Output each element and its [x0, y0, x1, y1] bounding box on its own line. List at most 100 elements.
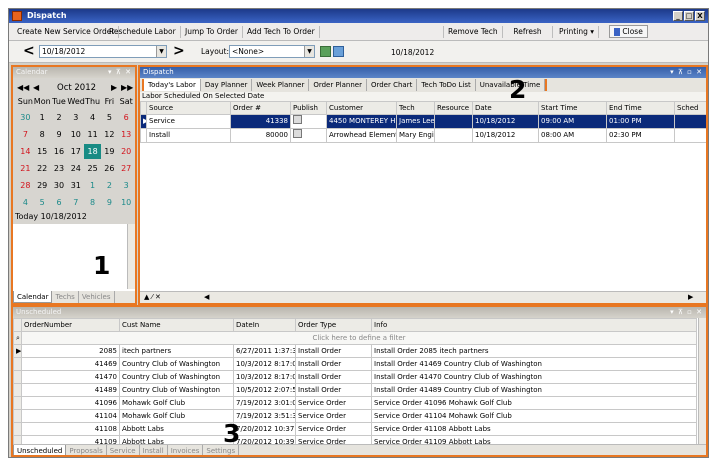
create-service-order-button[interactable]: Create New Service Order — [13, 26, 120, 38]
column-header[interactable]: Order Type — [295, 318, 372, 332]
calendar-day-selected[interactable]: 18 — [84, 144, 101, 159]
column-header[interactable]: Sched — [674, 101, 706, 115]
panel-controls-icon[interactable]: ▾ ⊼ ✕ — [108, 67, 132, 78]
calendar-day[interactable]: 16 — [51, 144, 68, 159]
column-header[interactable]: Tech — [396, 101, 435, 115]
filter-hint[interactable]: Click here to define a filter — [21, 331, 697, 345]
prev-month-icon[interactable]: ◀ — [33, 83, 39, 93]
edit-layout-icon[interactable] — [333, 46, 344, 57]
calendar-day[interactable]: 30 — [17, 110, 34, 125]
calendar-day[interactable]: 22 — [34, 161, 51, 176]
layout-select[interactable]: <None> ▼ — [229, 45, 315, 58]
calendar-day[interactable]: 28 — [17, 178, 34, 193]
column-header[interactable]: Customer — [326, 101, 397, 115]
scroll-left-icon[interactable]: ◀ — [204, 293, 209, 301]
column-header[interactable]: End Time — [606, 101, 675, 115]
publish-cell[interactable] — [290, 128, 327, 143]
calendar-scrollbar[interactable] — [127, 224, 135, 289]
calendar-day[interactable]: 4 — [17, 195, 34, 210]
column-header[interactable]: Order # — [230, 101, 291, 115]
calendar-day[interactable]: 3 — [118, 178, 135, 193]
panel-controls-icon[interactable]: ▾ ⊼ ▫ ✕ — [670, 307, 703, 318]
calendar-day[interactable]: 5 — [34, 195, 51, 210]
filter-row[interactable]: ⌕ Click here to define a filter — [13, 331, 697, 345]
calendar-day[interactable]: 17 — [67, 144, 84, 159]
tab-proposals[interactable]: Proposals — [66, 445, 107, 455]
chevron-down-icon[interactable]: ▼ — [304, 46, 314, 57]
calendar-day[interactable]: 9 — [101, 195, 118, 210]
calendar-day[interactable]: 27 — [118, 161, 135, 176]
minimize-icon[interactable]: _ — [673, 11, 683, 21]
calendar-day[interactable]: 9 — [51, 127, 68, 142]
calendar-day[interactable]: 2 — [101, 178, 118, 193]
next-date-arrow-icon[interactable]: > — [173, 44, 185, 58]
calendar-day[interactable]: 1 — [84, 178, 101, 193]
close-button[interactable]: Close — [609, 25, 648, 38]
calendar-day[interactable]: 7 — [17, 127, 34, 142]
scroll-right-icon[interactable]: ▶ — [688, 293, 693, 301]
chevron-down-icon[interactable]: ▼ — [156, 46, 166, 57]
tab-order-chart[interactable]: Order Chart — [367, 79, 418, 91]
calendar-day[interactable]: 13 — [118, 127, 135, 142]
panel-controls-icon[interactable]: ▾ ⊼ ▫ ✕ — [670, 67, 703, 78]
table-row[interactable]: Install80000 Arrowhead ElementaryMary Eng… — [140, 128, 706, 143]
calendar-day[interactable]: 30 — [51, 178, 68, 193]
tab-today-s-labor[interactable]: Today's Labor — [144, 79, 201, 91]
column-header[interactable]: Cust Name — [119, 318, 234, 332]
prev-year-icon[interactable]: ◀◀ — [17, 83, 29, 93]
calendar-day[interactable]: 10 — [118, 195, 135, 210]
calendar-day[interactable]: 6 — [51, 195, 68, 210]
calendar-day[interactable]: 8 — [34, 127, 51, 142]
next-year-icon[interactable]: ▶▶ — [121, 83, 133, 93]
calendar-day[interactable]: 6 — [118, 110, 135, 125]
calendar-day[interactable]: 12 — [101, 127, 118, 142]
printing-button[interactable]: Printing ▾ — [555, 26, 600, 38]
calendar-day[interactable]: 7 — [67, 195, 84, 210]
calendar-day[interactable]: 1 — [34, 110, 51, 125]
column-header[interactable]: Resource — [434, 101, 473, 115]
table-row[interactable]: 41469 Country Club of Washington 10/3/2012… — [13, 357, 697, 371]
table-row[interactable]: 41470 Country Club of Washington 10/3/2012… — [13, 370, 697, 384]
column-header[interactable]: Info — [371, 318, 697, 332]
calendar-day[interactable]: 20 — [118, 144, 135, 159]
column-header[interactable]: DateIn — [233, 318, 296, 332]
tab-week-planner[interactable]: Week Planner — [252, 79, 310, 91]
tab-install[interactable]: Install — [140, 445, 168, 455]
calendar-day[interactable]: 11 — [84, 127, 101, 142]
tab-tech-todo-list[interactable]: Tech ToDo List — [417, 79, 476, 91]
tab-vehicles[interactable]: Vehicles — [79, 291, 115, 303]
save-layout-icon[interactable] — [320, 46, 331, 57]
table-row[interactable]: ▶Service41338 4450 MONTEREY HWYJames Lee 1… — [140, 114, 706, 129]
nav-controls-icon[interactable]: ▲ ⁄ ✕ — [144, 293, 161, 301]
tab-techs[interactable]: Techs — [52, 291, 79, 303]
close-window-icon[interactable]: X — [695, 11, 705, 21]
tab-calendar[interactable]: Calendar — [13, 291, 53, 303]
table-row[interactable]: ▶2085itech partners6/27/2011 1:37:37 PIn… — [13, 344, 697, 358]
calendar-day[interactable]: 21 — [17, 161, 34, 176]
publish-icon[interactable] — [293, 115, 302, 124]
table-row[interactable]: 41104Mohawk Golf Club7/19/2012 3:51:36 P… — [13, 409, 697, 423]
calendar-day[interactable]: 4 — [84, 110, 101, 125]
add-tech-to-order-button[interactable]: Add Tech To Order — [243, 26, 320, 38]
column-header[interactable]: Source — [146, 101, 231, 115]
calendar-day[interactable]: 8 — [84, 195, 101, 210]
table-row[interactable]: 41108Abbott Labs7/20/2012 10:37:31Servic… — [13, 422, 697, 436]
unscheduled-scrollbar[interactable] — [698, 318, 706, 444]
calendar-day[interactable]: 3 — [67, 110, 84, 125]
calendar-day[interactable]: 29 — [34, 178, 51, 193]
tab-unscheduled[interactable]: Unscheduled — [13, 445, 67, 455]
column-header[interactable]: Publish — [290, 101, 327, 115]
remove-tech-button[interactable]: Remove Tech — [443, 26, 503, 38]
calendar-day[interactable]: 24 — [67, 161, 84, 176]
calendar-day[interactable]: 15 — [34, 144, 51, 159]
calendar-day[interactable]: 2 — [51, 110, 68, 125]
calendar-day[interactable]: 5 — [101, 110, 118, 125]
publish-icon[interactable] — [293, 129, 302, 138]
reschedule-labor-button[interactable]: Reschedule Labor — [105, 26, 181, 38]
calendar-day[interactable]: 19 — [101, 144, 118, 159]
column-header[interactable]: OrderNumber — [21, 318, 120, 332]
table-row[interactable]: 41489 Country Club of Washington 10/5/2012… — [13, 383, 697, 397]
maximize-icon[interactable]: □ — [684, 11, 694, 21]
tab-service[interactable]: Service — [107, 445, 140, 455]
tab-day-planner[interactable]: Day Planner — [201, 79, 253, 91]
